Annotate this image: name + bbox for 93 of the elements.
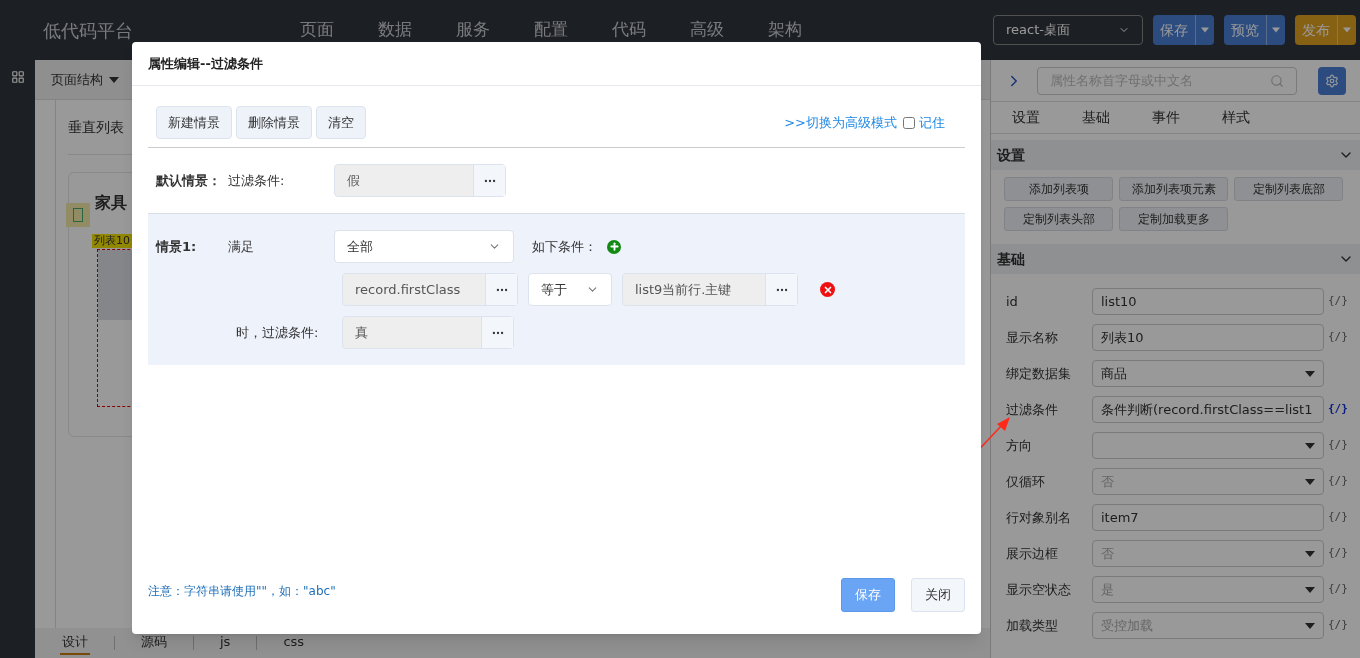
action-button[interactable]: 添加列表项元素 [1119,177,1228,201]
settings-icon [1325,73,1339,88]
scenario-label: 情景1: [154,237,198,256]
panel-tab[interactable]: 设置 [1011,107,1041,128]
search-icon [1270,73,1284,88]
settings-button[interactable] [1318,66,1346,95]
value-picker[interactable]: record.firstClass [342,273,518,306]
panel-tab[interactable]: 样式 [1221,107,1251,128]
code-binding-button[interactable]: {/} [1328,293,1348,310]
caret-icon [1305,586,1315,593]
nav-link[interactable]: 代码 [612,17,646,43]
caret-icon [109,76,119,83]
remember-label: 记住 [919,113,945,132]
input-field[interactable]: item7 [1092,504,1324,531]
value-picker[interactable]: list9当前行.主键 [622,273,798,306]
property-label: 加载类型 [1006,616,1059,635]
picker-value: 假 [346,171,361,190]
nav-link[interactable]: 页面 [300,17,334,43]
select-field[interactable]: 全部 [334,230,514,263]
caret-icon [1305,550,1315,557]
picker-value: list9当前行.主键 [634,280,733,299]
result-label: 时，过滤条件: [236,323,320,342]
app-logo: 低代码平台 [43,18,134,43]
nav-link[interactable]: 架构 [768,17,802,43]
property-label: 仅循环 [1006,472,1046,491]
property-label: 展示边框 [1006,544,1059,563]
property-label: 显示名称 [1006,328,1059,347]
caret-icon [1343,27,1351,33]
select-field[interactable]: 等于 [528,273,612,306]
input-field[interactable]: 条件判断(record.firstClass==list1 [1092,396,1324,423]
action-button[interactable]: 定制列表底部 [1234,177,1343,201]
advanced-mode-link[interactable]: >>切换为高级模式 [784,112,897,133]
split-button[interactable]: 预览 [1224,15,1285,45]
caret-icon [1305,478,1315,485]
default-scenario-label: 默认情景： [154,171,222,190]
action-button[interactable]: 定制加载更多 [1119,207,1228,231]
match-label: 满足 [228,237,255,256]
picker-value: record.firstClass [354,280,462,299]
editor-tab[interactable]: 设计 [60,631,90,655]
list-component-icon [66,203,90,227]
hint-text: 注意：字符串请使用""，如："abc" [148,583,336,600]
editor-tab[interactable]: css [281,631,307,655]
code-binding-button[interactable]: {/} [1328,437,1348,454]
value-picker[interactable]: 真 [342,316,514,349]
code-binding-button[interactable]: {/} [1328,329,1348,346]
close-button[interactable]: 关闭 [911,578,965,612]
action-button[interactable]: 添加列表项 [1004,177,1113,201]
section-header[interactable]: 设置 [991,140,1360,170]
close-icon [822,284,833,295]
value-picker[interactable]: 假 [334,164,506,197]
delete-condition-button[interactable] [820,282,835,297]
toolbar-button[interactable]: 清空 [316,106,366,139]
section-header[interactable]: 基础 [991,244,1360,274]
dialog-title: 属性编辑--过滤条件 [148,54,263,73]
property-label: 过滤条件 [1006,400,1059,419]
caret-icon [1272,27,1280,33]
caret-icon [1305,370,1315,377]
card-title: 家具 [95,192,127,214]
editor-tab[interactable]: 源码 [139,631,169,655]
property-label: 行对象别名 [1006,508,1072,527]
caret-icon [1305,622,1315,629]
code-binding-button[interactable]: {/} [1328,401,1348,418]
target-select[interactable]: react-桌面 [993,15,1143,45]
code-binding-button[interactable]: {/} [1328,509,1348,526]
field-label: 过滤条件: [228,171,286,190]
panel-tab[interactable]: 基础 [1081,107,1111,128]
split-button[interactable]: 保存 [1153,15,1214,45]
nav-link[interactable]: 服务 [456,17,490,43]
input-field[interactable]: 列表10 [1092,324,1324,351]
plus-icon [608,241,620,252]
select-field[interactable] [1092,432,1324,459]
remember-checkbox[interactable] [903,116,915,129]
caret-icon [1201,27,1209,33]
property-label: id [1006,292,1019,311]
input-field[interactable]: list10 [1092,288,1324,315]
nav-link[interactable]: 配置 [534,17,568,43]
property-label: 绑定数据集 [1006,364,1072,383]
picker-value: 真 [354,323,369,342]
structure-menu[interactable]: 页面结构 [51,69,119,90]
editor-tab[interactable]: js [218,631,233,655]
select-field[interactable]: 商品 [1092,360,1324,387]
caret-icon [1305,442,1315,449]
property-label: 方向 [1006,436,1033,455]
add-condition-button[interactable] [607,239,621,254]
property-label: 显示空状态 [1006,580,1072,599]
nav-link[interactable]: 数据 [378,17,412,43]
nav-link[interactable]: 高级 [690,17,724,43]
grid-icon[interactable] [10,70,25,84]
toolbar-button[interactable]: 新建情景 [156,106,232,139]
panel-tab[interactable]: 事件 [1151,107,1181,128]
toolbar-button[interactable]: 删除情景 [236,106,312,139]
action-button[interactable]: 定制列表头部 [1004,207,1113,231]
conditions-label: 如下条件： [532,237,597,256]
